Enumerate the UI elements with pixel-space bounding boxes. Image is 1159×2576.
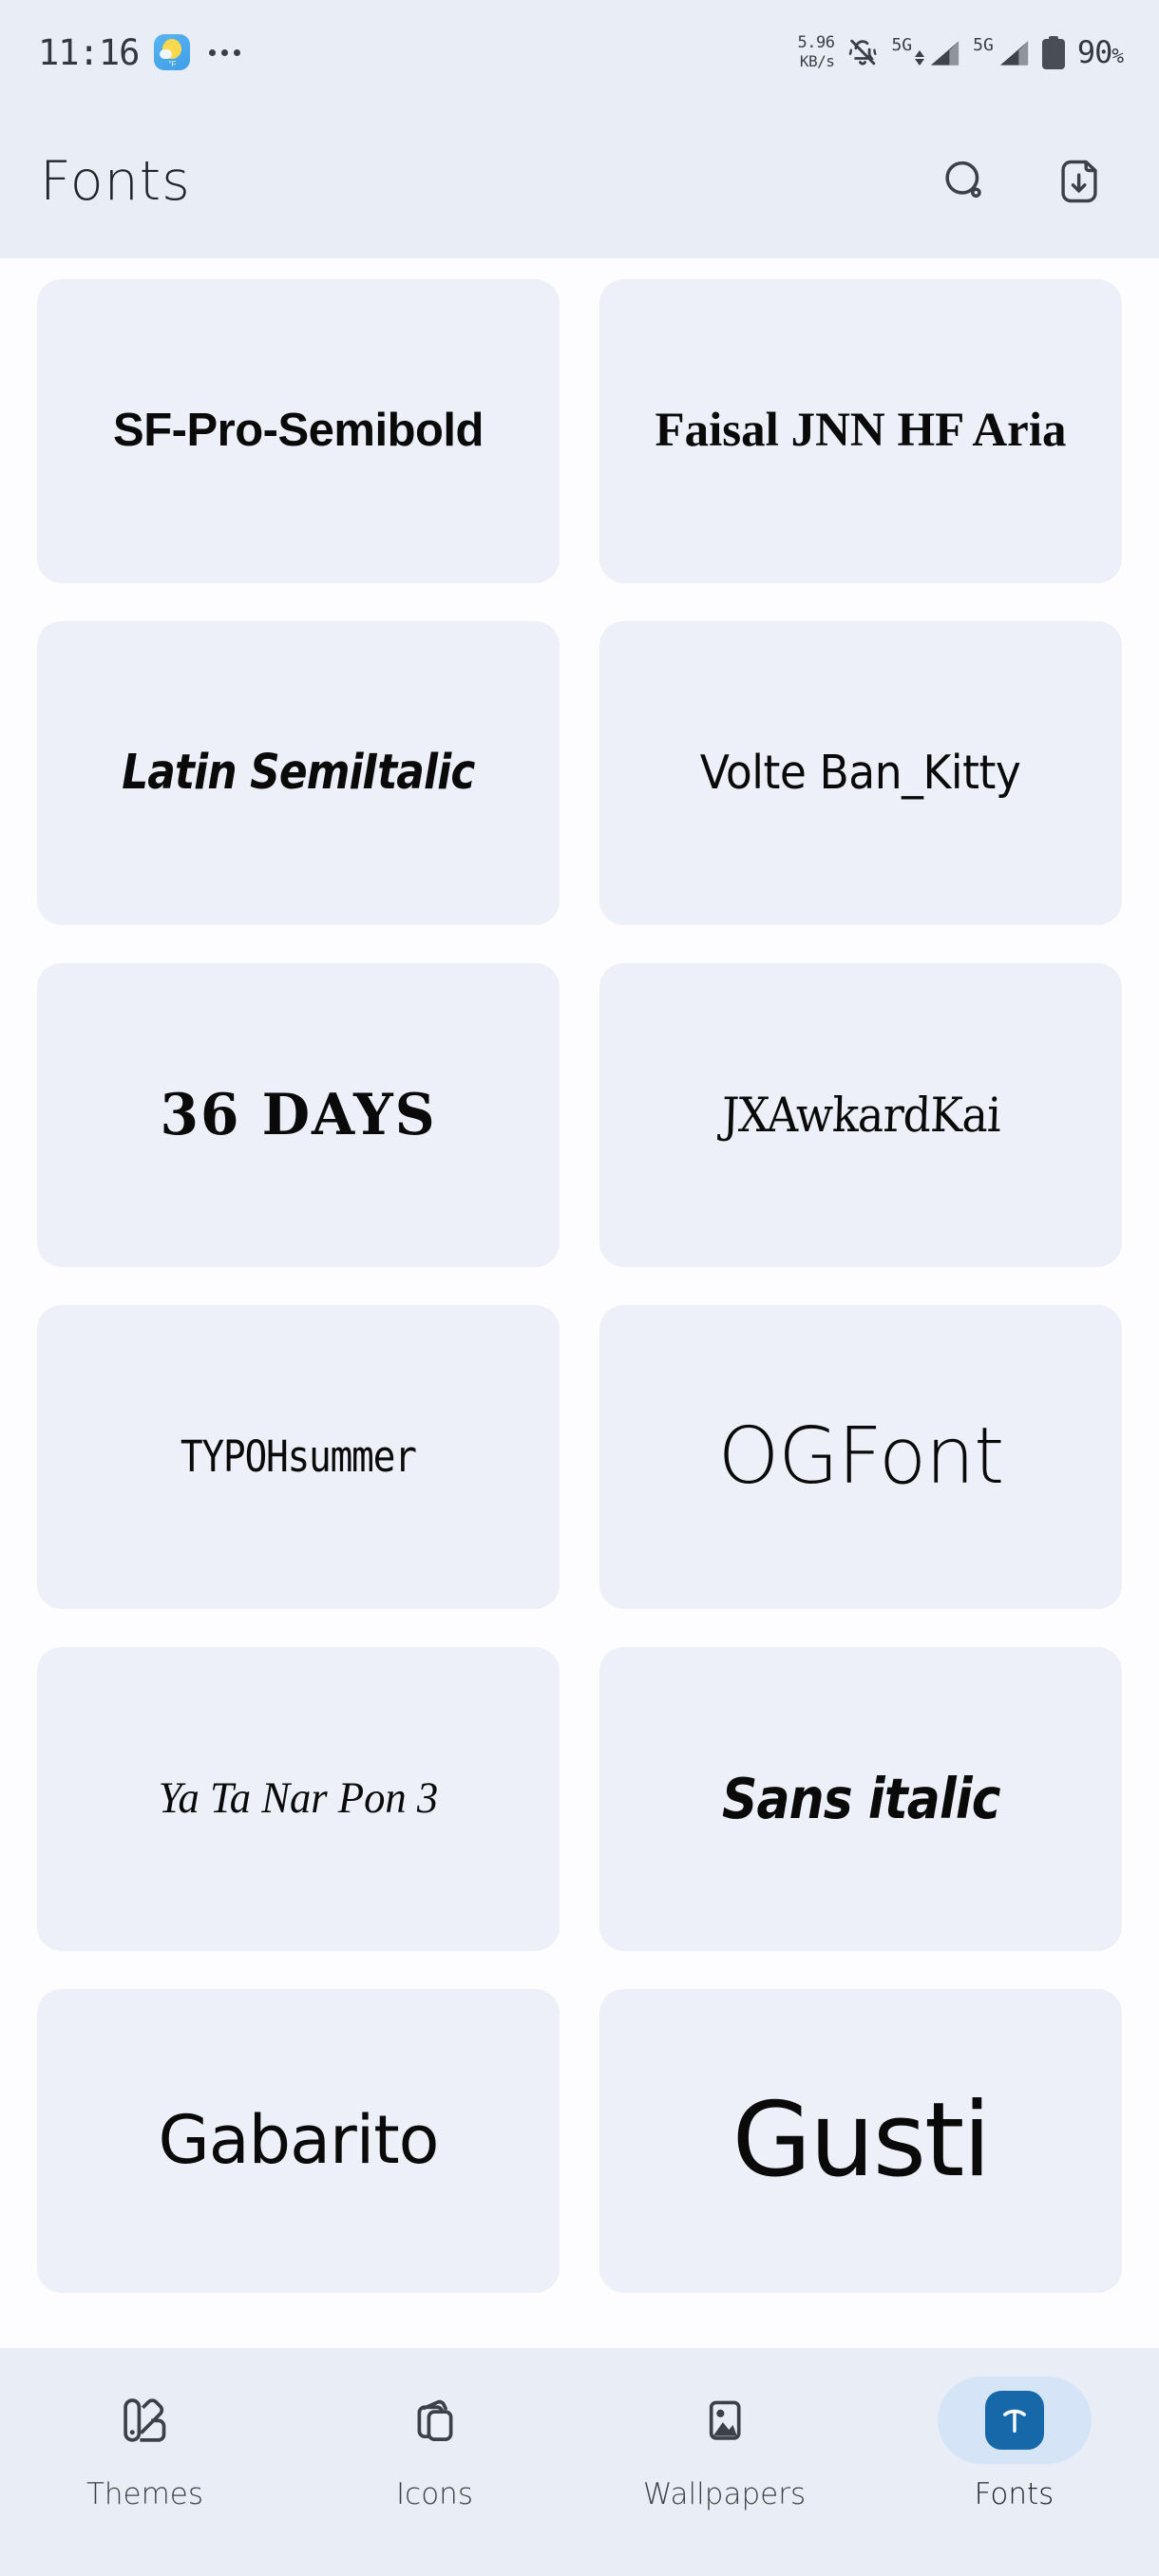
weather-sun-cloud-icon: °F [154, 34, 191, 70]
font-sample-label: Volte Ban_Kitty [700, 746, 1021, 801]
nav-icon-holder [358, 2377, 512, 2464]
font-card[interactable]: SF-Pro-Semibold [37, 279, 560, 583]
font-sample-label: 36 DAYS [160, 1081, 437, 1148]
download-button[interactable] [1045, 147, 1113, 216]
font-sample-label: Faisal JNN HF Aria [655, 404, 1067, 458]
network-speed-indicator: 5.96 KB/s [797, 33, 835, 71]
font-card[interactable]: OGFont [599, 1305, 1122, 1609]
font-list-scroll-area[interactable]: SF-Pro-Semibold Faisal JNN HF Aria Latin S… [0, 258, 1159, 2348]
font-card[interactable]: Gabarito [37, 1989, 560, 2293]
nav-item-themes[interactable]: Themes [27, 2377, 264, 2511]
battery-full-icon [1041, 35, 1065, 69]
network-speed-value: 5.96 [797, 33, 835, 52]
font-sample-label: Gusti [732, 2081, 992, 2201]
status-bar-right: 5.96 KB/s 5G 5G 90% [797, 33, 1124, 71]
status-bar-left: 11:16 °F [38, 31, 241, 73]
nav-item-label: Themes [86, 2477, 204, 2511]
fonts-app-screen: 11:16 °F 5.96 KB/s 5G 5G 90% Fonts SF-Pr… [0, 0, 1159, 2576]
font-sample-label: OGFont [717, 1411, 1005, 1502]
weather-unit-label: °F [168, 60, 177, 68]
font-card[interactable]: TYPOHsummer [37, 1305, 560, 1609]
font-sample-label: Ya Ta Nar Pon 3 [158, 1773, 439, 1824]
font-card[interactable]: 36 DAYS [37, 963, 560, 1267]
sim2-network-label: 5G [973, 35, 994, 55]
sim1-signal-indicator: 5G [891, 37, 960, 67]
font-sample-label: Sans italic [721, 1766, 1001, 1832]
palette-swatch-icon [123, 2398, 165, 2442]
nav-item-label: Fonts [974, 2477, 1054, 2511]
font-sample-label: Latin SemiItalic [122, 745, 475, 802]
nav-icon-holder [648, 2377, 802, 2464]
page-title: Fonts [40, 150, 191, 213]
sim2-signal-indicator: 5G [973, 37, 1030, 67]
nav-active-pill [937, 2377, 1092, 2464]
font-sample-label: TYPOHsummer [180, 1431, 417, 1483]
font-card[interactable]: Faisal JNN HF Aria [599, 279, 1122, 583]
font-sample-label: Gabarito [158, 2101, 440, 2180]
header-actions [931, 147, 1113, 216]
nav-item-label: Wallpapers [642, 2477, 807, 2511]
status-bar: 11:16 °F 5.96 KB/s 5G 5G 90% [0, 0, 1159, 104]
search-button[interactable] [931, 147, 999, 216]
signal-bars-icon [931, 41, 960, 66]
nav-item-label: Icons [396, 2477, 473, 2511]
signal-bars-icon-2 [999, 41, 1028, 66]
font-sample-label: JXAwkardKai [720, 1087, 1001, 1143]
status-clock: 11:16 [38, 31, 140, 73]
font-grid: SF-Pro-Semibold Faisal JNN HF Aria Latin S… [0, 279, 1159, 2293]
font-card[interactable]: JXAwkardKai [599, 963, 1122, 1267]
image-picture-icon [709, 2400, 741, 2440]
bottom-navigation-bar: Themes Icons Wallpapers Fonts [0, 2348, 1159, 2576]
battery-percent-label: 90% [1076, 34, 1124, 70]
data-transfer-arrows-icon [915, 50, 925, 66]
font-sample-label: SF-Pro-Semibold [113, 405, 484, 457]
network-speed-unit: KB/s [799, 52, 835, 70]
sim1-network-label: 5G [891, 35, 913, 55]
font-card[interactable]: Sans italic [599, 1647, 1122, 1951]
app-header: Fonts [0, 104, 1159, 258]
nav-item-wallpapers[interactable]: Wallpapers [606, 2377, 844, 2511]
bell-muted-icon [846, 36, 879, 68]
font-card[interactable]: Latin SemiItalic [37, 621, 560, 925]
stacked-cards-icon [417, 2399, 452, 2441]
font-card[interactable]: Volte Ban_Kitty [599, 621, 1122, 925]
text-t-icon [984, 2391, 1044, 2450]
nav-item-fonts[interactable]: Fonts [896, 2377, 1133, 2511]
nav-item-icons[interactable]: Icons [316, 2377, 554, 2511]
font-card[interactable]: Ya Ta Nar Pon 3 [37, 1647, 560, 1951]
nav-icon-holder [68, 2377, 222, 2464]
search-icon [945, 161, 981, 199]
file-download-icon [1061, 160, 1097, 203]
font-card[interactable]: Gusti [599, 1989, 1122, 2293]
more-dots-icon [209, 48, 241, 56]
